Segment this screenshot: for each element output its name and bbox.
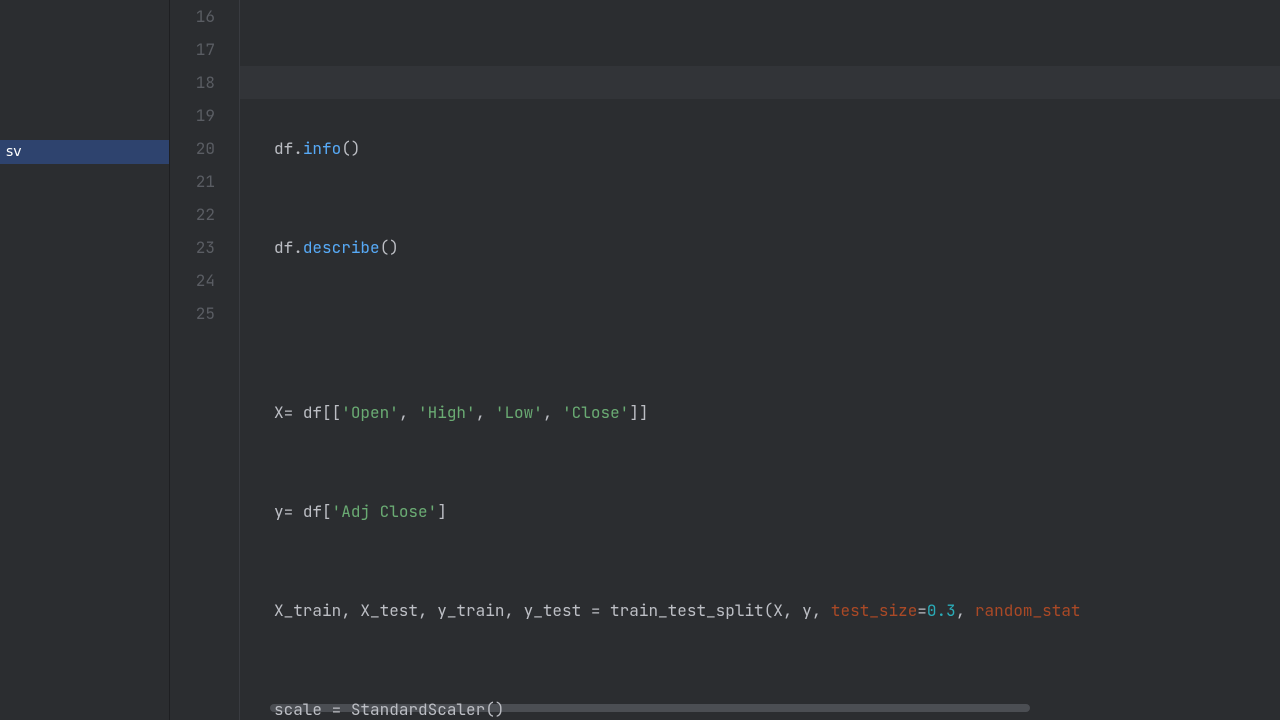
line-number: 25 — [170, 297, 215, 330]
code-line[interactable]: X_train, X_test, y_train, y_test = train… — [274, 594, 1280, 627]
code-editor[interactable]: 16 17 18 19 20 21 22 23 24 25 df.info() … — [170, 0, 1280, 720]
line-number: 17 — [170, 33, 215, 66]
code-line[interactable]: X= df[['Open', 'High', 'Low', 'Close']] — [274, 396, 1280, 429]
sidebar-file-item[interactable]: sv — [0, 140, 169, 164]
sidebar-item-label: sv — [6, 144, 22, 160]
current-line-highlight — [240, 66, 1280, 99]
project-sidebar[interactable]: sv — [0, 0, 170, 720]
code-line[interactable]: y= df['Adj Close'] — [274, 495, 1280, 528]
sidebar-file-item[interactable] — [0, 164, 169, 172]
code-line[interactable]: df.info() — [274, 132, 1280, 165]
line-number: 20 — [170, 132, 215, 165]
code-line[interactable]: df.describe() — [274, 231, 1280, 264]
line-number: 18 — [170, 66, 215, 99]
editor-gutter: 16 17 18 19 20 21 22 23 24 25 — [170, 0, 240, 720]
line-number: 24 — [170, 264, 215, 297]
line-number: 22 — [170, 198, 215, 231]
line-number: 23 — [170, 231, 215, 264]
line-number: 21 — [170, 165, 215, 198]
editor-content[interactable]: df.info() df.describe() X= df[['Open', '… — [240, 0, 1280, 720]
line-number: 19 — [170, 99, 215, 132]
line-number: 16 — [170, 0, 215, 33]
code-line[interactable]: scale = StandardScaler() — [274, 693, 1280, 720]
